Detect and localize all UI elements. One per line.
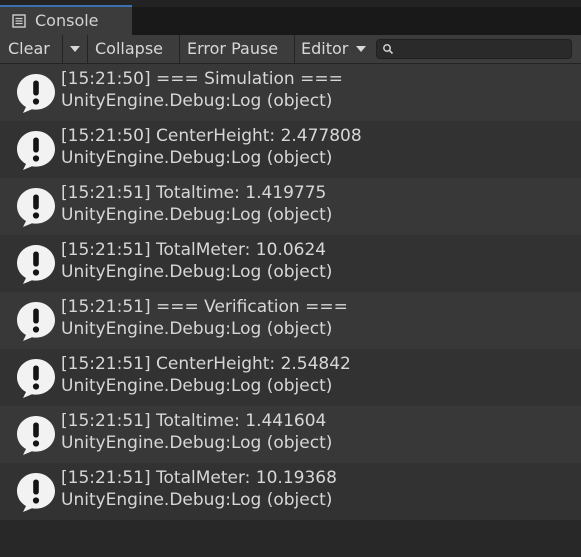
log-entry[interactable]: [15:21:51] Totaltime: 1.441604 UnityEngin… (0, 406, 581, 463)
info-message-icon (17, 473, 55, 512)
search-field[interactable] (376, 39, 572, 59)
log-stacktrace: UnityEngine.Debug:Log (object) (61, 433, 333, 453)
console-icon (12, 14, 26, 28)
console-window: Console Clear Collapse Error Pause Edito… (0, 0, 581, 557)
log-message: [15:21:51] TotalMeter: 10.0624 (61, 240, 327, 260)
info-message-icon (17, 302, 55, 341)
log-entry[interactable]: [15:21:51] CenterHeight: 2.54842 UnityEng… (0, 349, 581, 406)
log-entry[interactable]: [15:21:51] TotalMeter: 10.0624 UnityEngin… (0, 235, 581, 292)
log-stacktrace: UnityEngine.Debug:Log (object) (61, 490, 333, 510)
search-icon (383, 44, 394, 55)
info-message-icon (17, 131, 55, 170)
log-stacktrace: UnityEngine.Debug:Log (object) (61, 262, 333, 282)
chevron-down-icon (70, 46, 80, 52)
log-stacktrace: UnityEngine.Debug:Log (object) (61, 319, 333, 339)
log-message: [15:21:51] === Verification === (61, 297, 348, 317)
toolbar-separator (294, 35, 295, 63)
clear-options-dropdown[interactable] (63, 35, 87, 63)
tab-title: Console (35, 11, 99, 30)
log-entry[interactable]: [15:21:51] Totaltime: 1.419775 UnityEngin… (0, 178, 581, 235)
log-entry[interactable]: [15:21:50] === Simulation === UnityEngine… (0, 64, 581, 121)
log-message: [15:21:51] Totaltime: 1.441604 (61, 411, 327, 431)
toolbar-separator (87, 35, 88, 63)
log-entry[interactable]: [15:21:51] === Verification === UnityEngi… (0, 292, 581, 349)
editor-dropdown-label: Editor (301, 39, 349, 58)
info-message-icon (17, 245, 55, 284)
search-input[interactable] (397, 40, 567, 58)
log-message: [15:21:51] Totaltime: 1.419775 (61, 183, 327, 203)
log-message: [15:21:51] TotalMeter: 10.19368 (61, 468, 337, 488)
info-message-icon (17, 188, 55, 227)
clear-button[interactable]: Clear (8, 35, 62, 63)
editor-dropdown[interactable]: Editor (301, 35, 371, 63)
tab-console[interactable]: Console (0, 5, 132, 35)
error-pause-button[interactable]: Error Pause (187, 35, 291, 63)
info-message-icon (17, 74, 55, 113)
info-message-icon (17, 359, 55, 398)
log-stacktrace: UnityEngine.Debug:Log (object) (61, 205, 333, 225)
log-entry[interactable]: [15:21:51] TotalMeter: 10.19368 UnityEngi… (0, 463, 581, 520)
info-message-icon (17, 416, 55, 455)
log-message: [15:21:50] CenterHeight: 2.477808 (61, 126, 362, 146)
tab-strip: Console (0, 0, 581, 35)
chevron-down-icon (356, 46, 366, 52)
log-stacktrace: UnityEngine.Debug:Log (object) (61, 91, 333, 111)
log-message: [15:21:51] CenterHeight: 2.54842 (61, 354, 351, 374)
log-list: [15:21:50] === Simulation === UnityEngine… (0, 64, 581, 557)
console-toolbar: Clear Collapse Error Pause Editor (0, 35, 581, 64)
log-entry[interactable]: [15:21:50] CenterHeight: 2.477808 UnityEn… (0, 121, 581, 178)
toolbar-separator (179, 35, 180, 63)
log-stacktrace: UnityEngine.Debug:Log (object) (61, 376, 333, 396)
collapse-button[interactable]: Collapse (95, 35, 177, 63)
log-stacktrace: UnityEngine.Debug:Log (object) (61, 148, 333, 168)
log-message: [15:21:50] === Simulation === (61, 69, 343, 89)
